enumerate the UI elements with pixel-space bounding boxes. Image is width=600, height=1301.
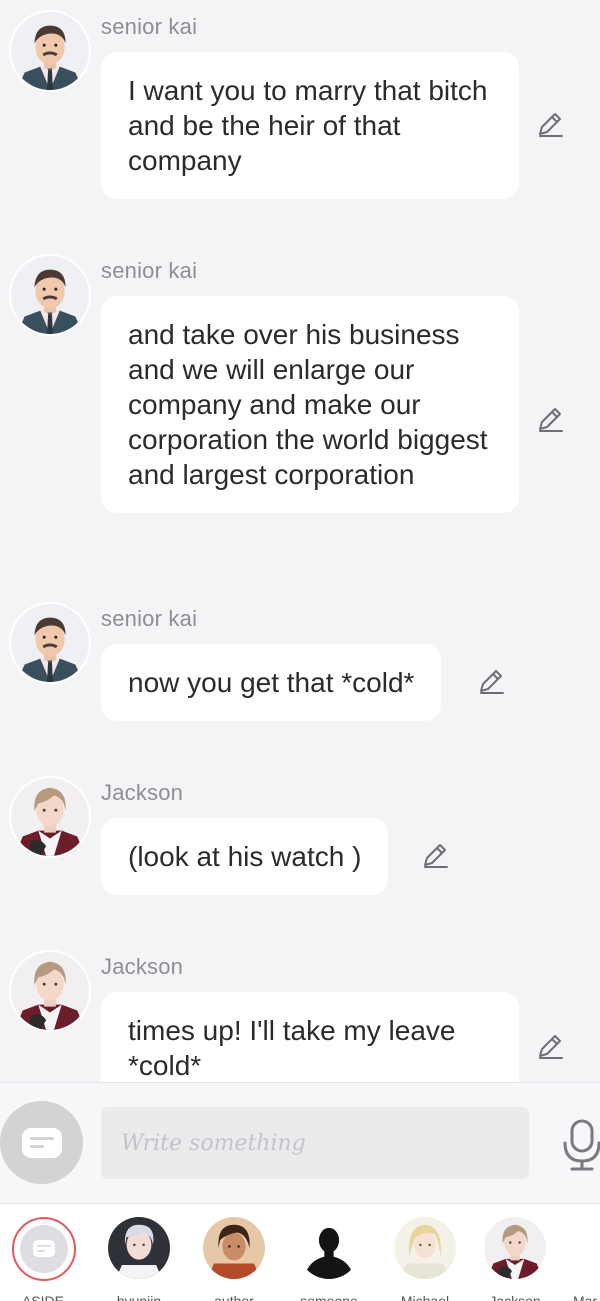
character-name: hyunjin — [116, 1293, 162, 1301]
composer-bar — [0, 1082, 600, 1203]
character-hyunjin[interactable]: hyunjin — [94, 1217, 184, 1301]
character-someone[interactable]: someone — [284, 1217, 374, 1301]
sender-name: senior kai — [101, 606, 198, 631]
microphone-icon[interactable] — [562, 1119, 600, 1171]
character-mar[interactable]: Mar — [550, 1217, 600, 1301]
character-name: Mar — [572, 1293, 598, 1301]
character-name: Michael — [400, 1293, 450, 1301]
message-input[interactable] — [101, 1107, 529, 1179]
edit-icon[interactable] — [535, 109, 565, 139]
hyunjin-avatar — [108, 1217, 170, 1279]
message-bubble[interactable]: now you get that *cold* — [101, 644, 442, 721]
aside-icon — [12, 1217, 76, 1281]
sender-name: Jackson — [101, 954, 184, 979]
sender-name: Jackson — [101, 780, 184, 805]
senior-kai-avatar[interactable] — [9, 254, 91, 336]
edit-icon[interactable] — [476, 666, 506, 696]
jackson-avatar — [484, 1217, 546, 1279]
character-aside[interactable]: ASIDE — [0, 1217, 88, 1301]
message-bubble[interactable]: times up! I'll take my leave *cold* — [101, 992, 519, 1082]
character-bar: ASIDE hyunjin author someone Michael Jac… — [0, 1203, 600, 1301]
character-name: author — [214, 1293, 254, 1301]
message-bubble[interactable]: I want you to marry that bitch and be th… — [101, 52, 519, 199]
jackson-avatar[interactable] — [9, 776, 91, 858]
senior-kai-avatar[interactable] — [9, 10, 91, 92]
sender-name: senior kai — [101, 14, 198, 39]
edit-icon[interactable] — [535, 404, 565, 434]
aside-chat-icon[interactable] — [0, 1101, 83, 1184]
michael-avatar — [394, 1217, 456, 1279]
sender-name: senior kai — [101, 258, 198, 283]
chat-thread: senior kai I want you to marry that bitc… — [0, 0, 600, 1082]
edit-icon[interactable] — [535, 1031, 565, 1061]
message-bubble[interactable]: (look at his watch ) — [101, 818, 389, 895]
character-name: Jackson — [489, 1293, 541, 1301]
author-avatar — [203, 1217, 265, 1279]
message-bubble[interactable]: and take over his business and we will e… — [101, 296, 519, 513]
edit-icon[interactable] — [420, 840, 450, 870]
character-michael[interactable]: Michael — [380, 1217, 470, 1301]
jackson-avatar[interactable] — [9, 950, 91, 1032]
character-author[interactable]: author — [189, 1217, 279, 1301]
character-name: ASIDE — [21, 1293, 64, 1301]
character-jackson[interactable]: Jackson — [470, 1217, 560, 1301]
someone-avatar — [298, 1217, 360, 1279]
character-name: someone — [300, 1293, 358, 1301]
senior-kai-avatar[interactable] — [9, 602, 91, 684]
